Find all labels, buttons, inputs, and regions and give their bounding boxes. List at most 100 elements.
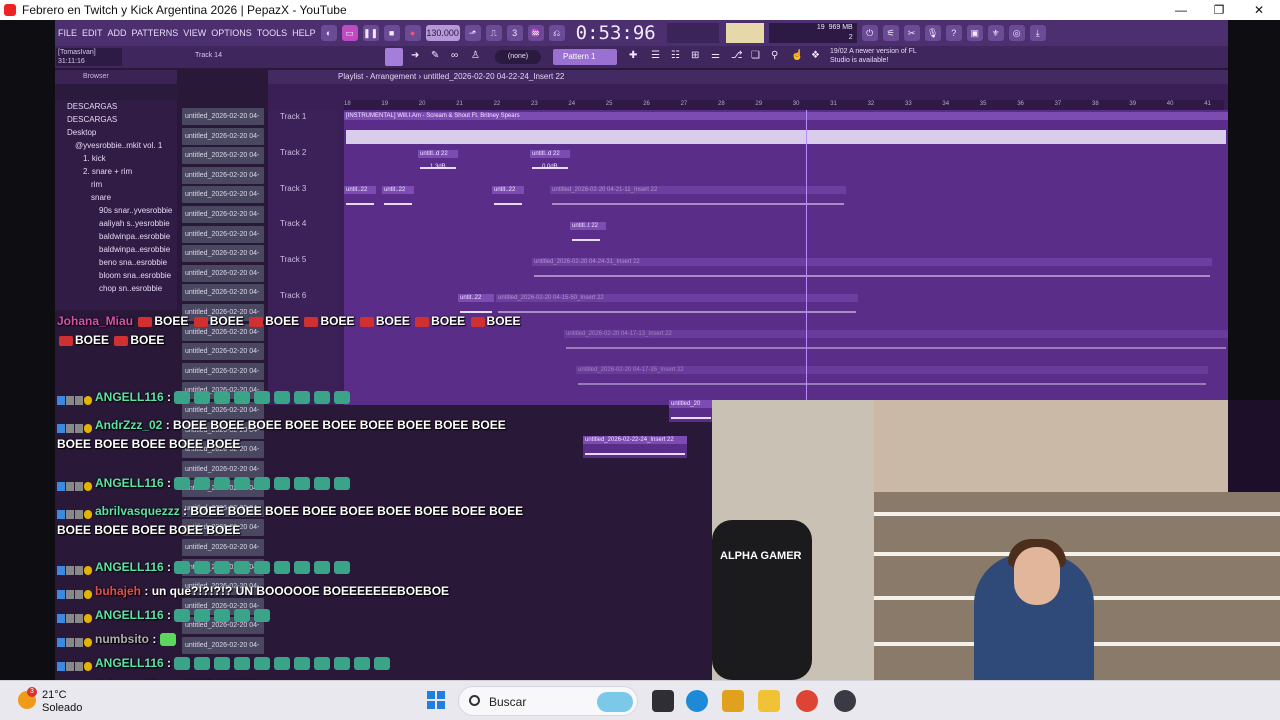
chat-username[interactable]: ANGELL116: [95, 390, 164, 404]
track-label[interactable]: Track 2: [280, 148, 306, 157]
clip-lower-a[interactable]: untitled_20: [669, 400, 713, 422]
browser-item[interactable]: baldwinpa..esrobbie: [55, 243, 177, 256]
browser-item[interactable]: beno sna..esrobbie: [55, 256, 177, 269]
countdown-icon[interactable]: 3: [506, 25, 523, 41]
update-notice[interactable]: 19/02 A newer version of FL Studio is av…: [830, 47, 920, 65]
browser-item[interactable]: DESCARGAS: [55, 113, 177, 126]
menu-view[interactable]: VIEW: [183, 28, 206, 38]
browser-item[interactable]: Desktop: [55, 126, 177, 139]
clip-main[interactable]: [INSTRUMENTAL] Will.I.Am - Scream & Shou…: [344, 112, 1228, 146]
clip-track5[interactable]: untitled_2026-02-20 04-24-31_Insert 22: [532, 258, 1212, 280]
snap-icon[interactable]: [385, 48, 403, 66]
channel-button[interactable]: untitled_2026-02-20 04-: [182, 108, 264, 125]
browser-item[interactable]: snare: [55, 191, 177, 204]
browser-item[interactable]: @yvesrobbie..mkit vol. 1: [55, 139, 177, 152]
menu-file[interactable]: FILE: [58, 28, 77, 38]
plugin-icon[interactable]: ⚜: [987, 25, 1004, 41]
clip-track7[interactable]: untitled_2026-02-20 04-17-13_Insert 22: [564, 330, 1228, 352]
menu-options[interactable]: OPTIONS: [211, 28, 252, 38]
loop-record-icon[interactable]: ♒: [527, 25, 544, 41]
mixer-icon[interactable]: ⚟: [882, 25, 899, 41]
chat-icon[interactable]: ◎: [1008, 25, 1025, 41]
channel-button[interactable]: untitled_2026-02-20 04-: [182, 186, 264, 204]
browser-item[interactable]: rim: [55, 178, 177, 191]
track-label[interactable]: Track 6: [280, 291, 306, 300]
piano-roll-icon[interactable]: ☷: [671, 50, 680, 61]
clip-track3-c[interactable]: untit..22: [492, 186, 524, 208]
mic-icon[interactable]: 🎙: [924, 25, 941, 41]
obs-icon[interactable]: [834, 690, 856, 712]
menu-add[interactable]: ADD: [108, 28, 127, 38]
mode-select[interactable]: (none): [495, 50, 541, 64]
channel-button[interactable]: untitled_2026-02-20 04-: [182, 284, 264, 302]
task-view-icon[interactable]: [652, 690, 674, 712]
menu-edit[interactable]: EDIT: [82, 28, 103, 38]
channel-button[interactable]: untitled_2026-02-20 04-: [182, 245, 264, 263]
chat-username[interactable]: ANGELL116: [95, 476, 164, 490]
menu-help[interactable]: HELP: [292, 28, 316, 38]
chat-username[interactable]: numbsito: [95, 632, 149, 646]
taskbar-search[interactable]: Buscar: [458, 686, 638, 716]
browser-item[interactable]: 2. snare + rim: [55, 165, 177, 178]
record-button[interactable]: ●: [404, 25, 421, 41]
browser-item[interactable]: 1. kick: [55, 152, 177, 165]
minimize-button[interactable]: —: [1162, 0, 1200, 20]
browser-item[interactable]: chop sn..esrobbie: [55, 282, 177, 295]
channel-button[interactable]: untitled_2026-02-20 04-: [182, 166, 264, 184]
edge-icon[interactable]: [686, 690, 708, 712]
track-label[interactable]: Track 3: [280, 184, 306, 193]
track-label[interactable]: Track 1: [280, 112, 306, 121]
file-explorer-icon[interactable]: [758, 690, 780, 712]
browser-item[interactable]: DESCARGAS: [55, 100, 177, 113]
browser-item[interactable]: baldwinpa..esrobbie: [55, 230, 177, 243]
stop-button[interactable]: ■: [383, 25, 400, 41]
plugin-db-icon[interactable]: ⚲: [771, 50, 778, 61]
channel-button[interactable]: untitled_2026-02-20 04-: [182, 127, 264, 145]
playhead[interactable]: [806, 110, 807, 405]
windows-start-icon[interactable]: [427, 691, 445, 709]
tempo-display[interactable]: 130.000: [425, 25, 460, 41]
pattern-song-toggle[interactable]: ◐: [320, 25, 337, 41]
clip-lower-b[interactable]: untitled_2026-02-22-24_Insert 22: [583, 436, 687, 458]
stamp-icon[interactable]: ♙: [471, 50, 480, 61]
chat-username[interactable]: ANGELL116: [95, 656, 164, 670]
clip-track4[interactable]: untitl..t 22: [570, 222, 606, 244]
touch-icon[interactable]: ☝: [791, 50, 803, 61]
mixer-view-icon[interactable]: ⚌: [711, 50, 720, 61]
channel-rack-icon[interactable]: ⊞: [691, 50, 699, 61]
download-icon[interactable]: ⤓: [1029, 25, 1046, 41]
track-label[interactable]: Track 4: [280, 219, 306, 228]
maximize-button[interactable]: ❐: [1200, 0, 1238, 20]
chrome-icon[interactable]: [796, 690, 818, 712]
track-label[interactable]: Track 5: [280, 255, 306, 264]
power-icon[interactable]: ⏻: [861, 25, 878, 41]
link-icon[interactable]: ∞: [451, 50, 458, 61]
browser-item[interactable]: aaliyah s..yesrobbie: [55, 217, 177, 230]
chat-username[interactable]: AndrZzz_02: [95, 418, 162, 432]
play-arrow-icon[interactable]: ➜: [411, 50, 419, 61]
chat-username[interactable]: ANGELL116: [95, 560, 164, 574]
clip-track6-b[interactable]: untitled_2026-02-20 04-15-50_Insert 22: [496, 294, 858, 316]
pencil-icon[interactable]: ✎: [431, 50, 439, 61]
project-tree-icon[interactable]: ⎇: [731, 50, 743, 61]
pattern-add-icon[interactable]: ✚: [629, 50, 637, 61]
clip-track3-a[interactable]: untit..22: [344, 186, 376, 208]
browser-item[interactable]: 90s snar..yvesrobbie: [55, 204, 177, 217]
playlist-icon[interactable]: ☰: [651, 50, 660, 61]
channel-button[interactable]: untitled_2026-02-20 04-: [182, 225, 264, 243]
chat-username[interactable]: buhajeh: [95, 584, 141, 598]
pattern-selector[interactable]: Pattern 1: [553, 49, 617, 65]
menu-patterns[interactable]: PATTERNS: [132, 28, 179, 38]
channel-button[interactable]: untitled_2026-02-20 04-: [182, 205, 264, 223]
video-player[interactable]: FILE EDIT ADD PATTERNS VIEW OPTIONS TOOL…: [0, 20, 1280, 680]
browser-item[interactable]: bloom sna..esrobbie: [55, 269, 177, 282]
clip-track8[interactable]: untitled_2026-02-20 04-17-35_Insert 22: [576, 366, 1208, 388]
clip-track3-b[interactable]: untit..22: [382, 186, 414, 208]
pause-button[interactable]: ❚❚: [362, 25, 379, 41]
pat-toggle-icon[interactable]: ▭: [341, 25, 358, 41]
metronome-icon[interactable]: ⬏: [464, 25, 481, 41]
channel-button[interactable]: untitled_2026-02-20 04-: [182, 147, 264, 165]
help-icon[interactable]: ?: [945, 25, 962, 41]
timeline-ruler[interactable]: 18 19 20 21 22 23 24 25 26 27 28 29 30 31 32 33 34 35 36 37…: [344, 100, 1224, 110]
close-button[interactable]: ✕: [1240, 0, 1278, 20]
